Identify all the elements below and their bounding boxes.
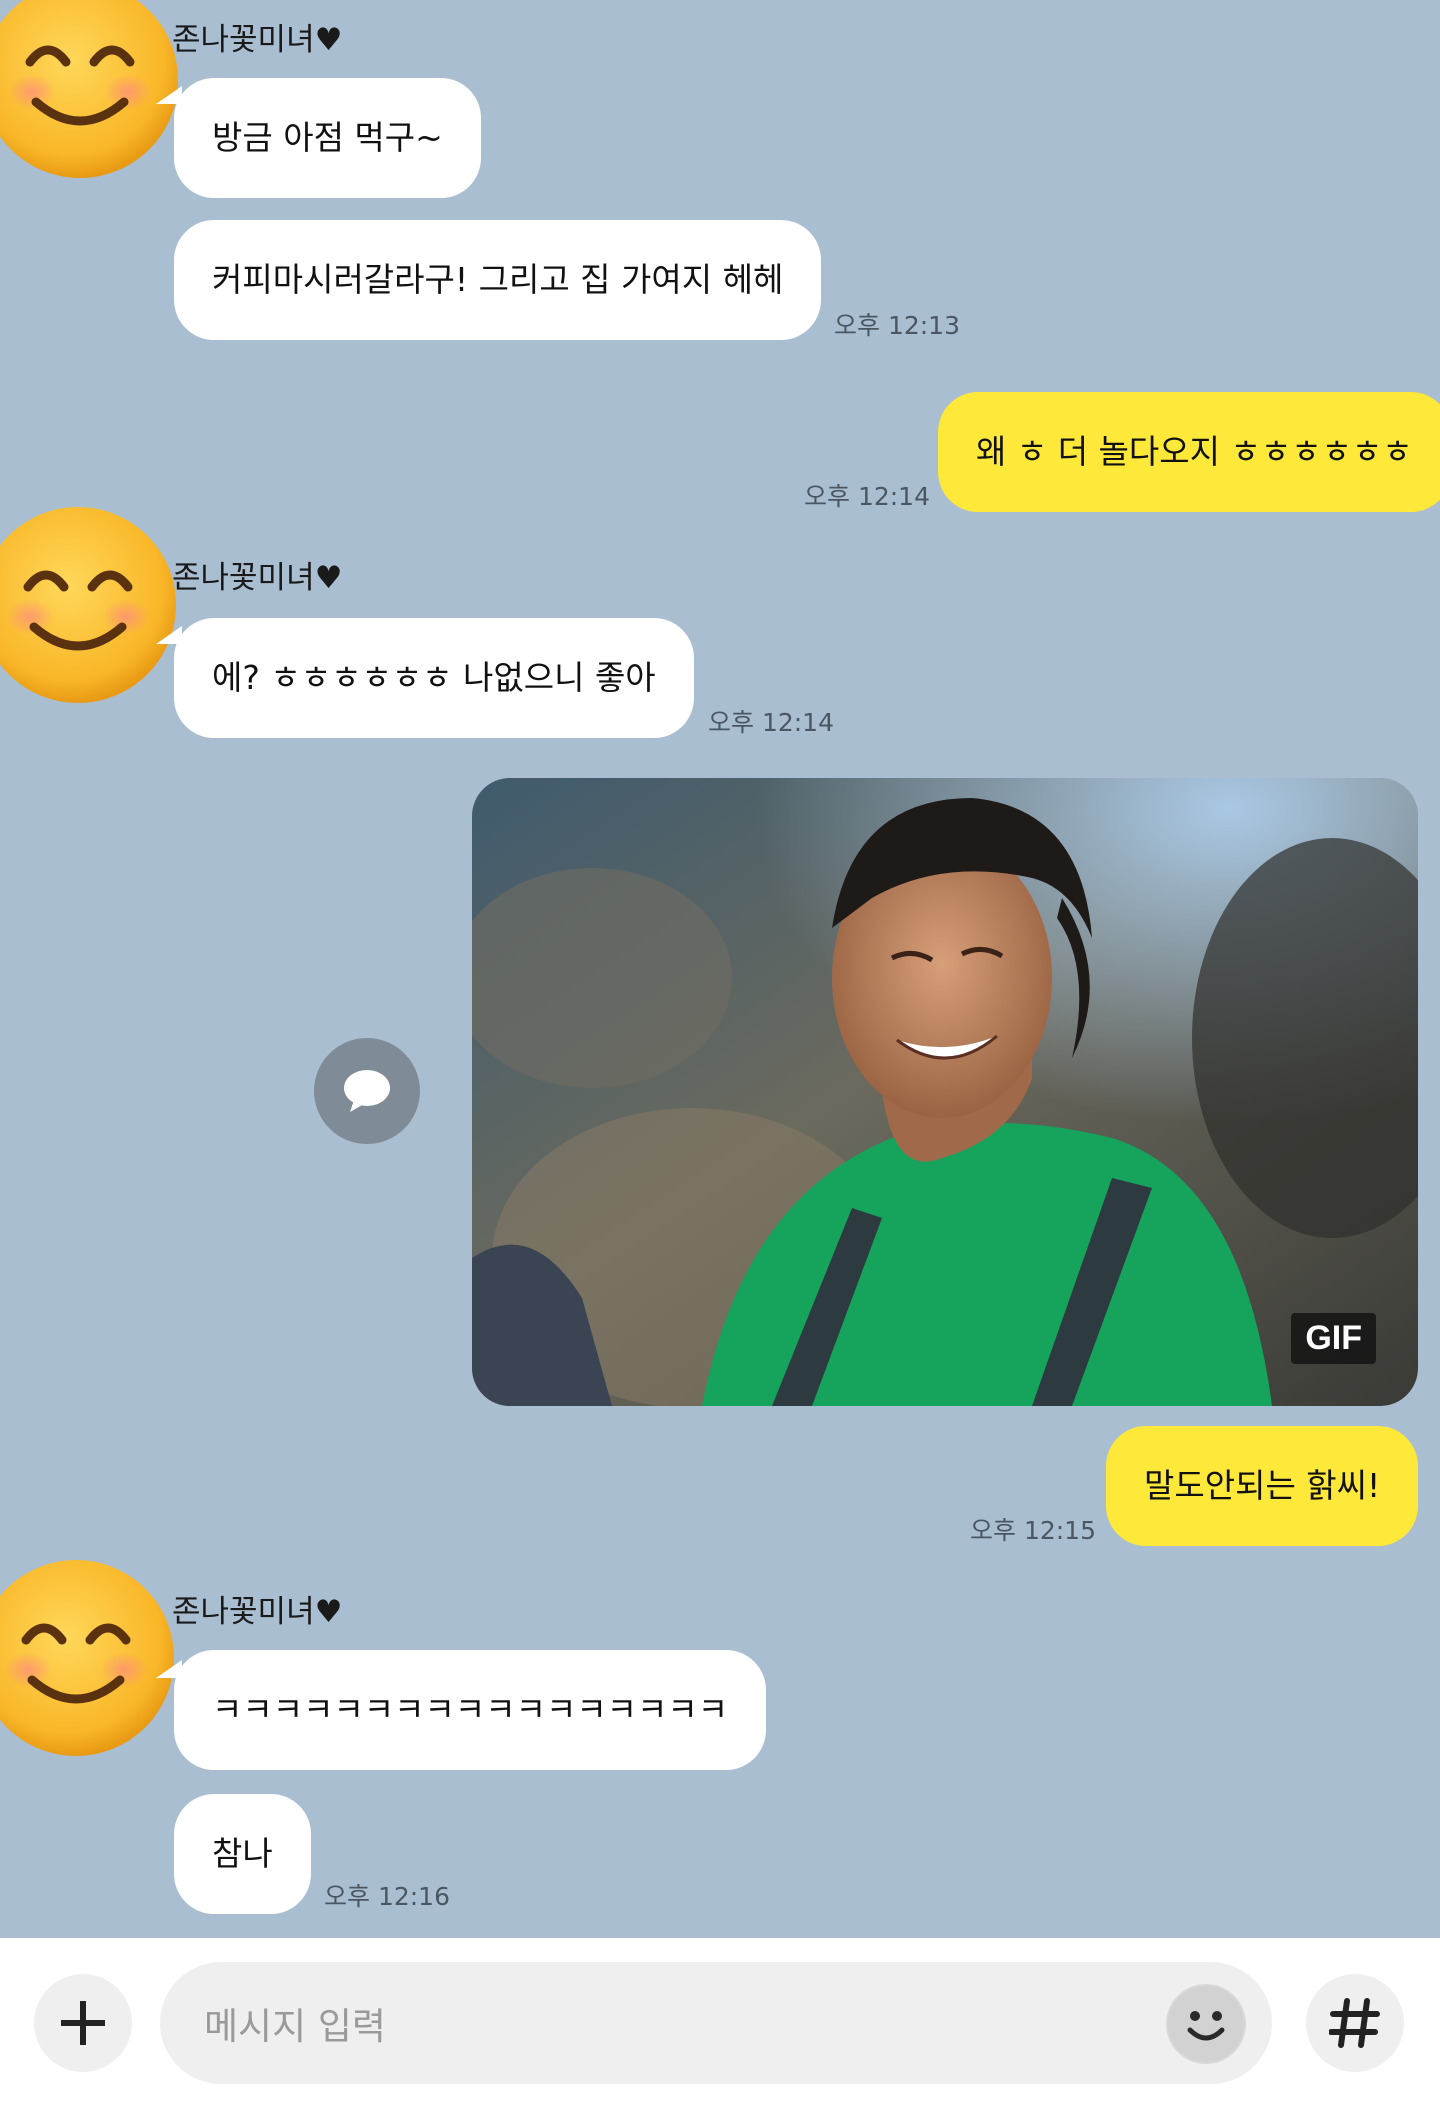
message-input-bar: 메시지 입력 (0, 1938, 1440, 2108)
gif-badge: GIF (1291, 1313, 1376, 1364)
sender-avatar[interactable] (0, 0, 180, 180)
emoji-button[interactable] (1166, 1984, 1246, 2064)
message-input[interactable]: 메시지 입력 (160, 1962, 1272, 2084)
message-timestamp: 오후 12:15 (970, 1516, 1096, 1545)
speech-bubble-icon (344, 1070, 390, 1112)
gif-image[interactable]: GIF (472, 778, 1418, 1406)
incoming-message[interactable]: 참나 (174, 1794, 311, 1914)
outgoing-message[interactable]: 말도안되는 핡씨! (1106, 1426, 1419, 1546)
message-timestamp: 오후 12:16 (324, 1882, 450, 1911)
gif-frame (472, 778, 1418, 1406)
sender-name: 존나꽃미녀♥ (172, 1594, 343, 1630)
message-input-placeholder: 메시지 입력 (204, 2005, 386, 2048)
bubble-tail (1402, 398, 1428, 416)
chat-area[interactable]: 존나꽃미녀♥ 방금 아점 먹구~ 커피마시러갈라구! 그리고 집 가여지 헤헤 … (0, 0, 1440, 1938)
sender-avatar[interactable] (0, 505, 178, 705)
share-button[interactable] (314, 1038, 420, 1144)
outgoing-message[interactable]: 왜 ㅎ 더 놀다오지 ㅎㅎㅎㅎㅎㅎ (938, 392, 1440, 512)
incoming-message[interactable]: 에? ㅎㅎㅎㅎㅎㅎ 나없으니 좋아 (174, 618, 694, 738)
hashtag-icon (1329, 1998, 1380, 2048)
hashtag-button[interactable] (1306, 1974, 1404, 2072)
message-timestamp: 오후 12:13 (834, 311, 960, 340)
add-button[interactable] (34, 1974, 132, 2072)
message-timestamp: 오후 12:14 (804, 482, 930, 511)
sender-avatar[interactable] (0, 1558, 176, 1758)
emoji-icon (1168, 1986, 1244, 2062)
message-timestamp: 오후 12:14 (708, 708, 834, 737)
incoming-message[interactable]: 방금 아점 먹구~ (174, 78, 481, 198)
incoming-message[interactable]: ㅋㅋㅋㅋㅋㅋㅋㅋㅋㅋㅋㅋㅋㅋㅋㅋㅋ (174, 1650, 767, 1770)
sender-name: 존나꽃미녀♥ (172, 560, 343, 596)
sender-name: 존나꽃미녀♥ (172, 22, 343, 58)
incoming-message[interactable]: 커피마시러갈라구! 그리고 집 가여지 헤헤 (174, 220, 822, 340)
plus-icon (61, 2001, 105, 2045)
